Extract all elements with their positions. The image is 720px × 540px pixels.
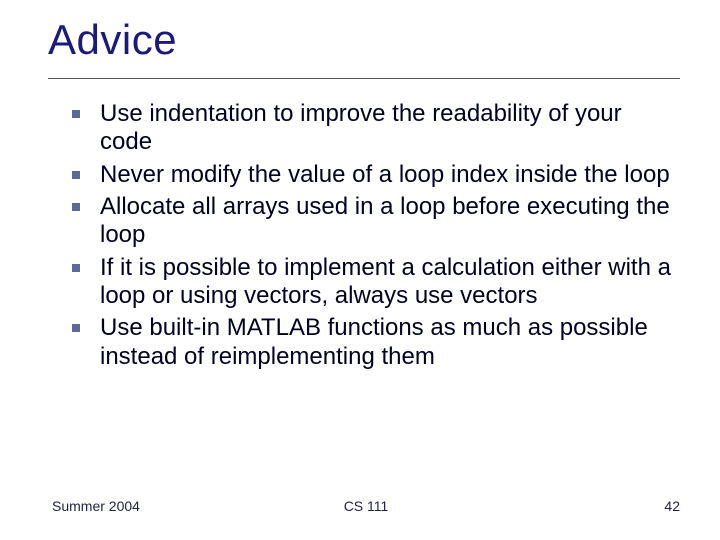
title-underline [48,78,680,79]
bullet-item: If it is possible to implement a calcula… [68,254,680,311]
slide: Advice Use indentation to improve the re… [0,0,720,540]
square-bullet-icon [72,324,80,332]
square-bullet-icon [72,110,80,118]
bullet-text: Use built-in MATLAB functions as much as… [100,314,648,369]
bullet-text: Use indentation to improve the readabili… [100,100,622,155]
bullet-item: Allocate all arrays used in a loop befor… [68,193,680,250]
footer-center: CS 111 [52,498,680,514]
bullet-text: Allocate all arrays used in a loop befor… [100,193,670,248]
bullet-text: Never modify the value of a loop index i… [100,161,670,188]
square-bullet-icon [72,203,80,211]
slide-title: Advice [48,16,177,64]
square-bullet-icon [72,264,80,272]
bullet-text: If it is possible to implement a calcula… [100,254,671,309]
square-bullet-icon [72,171,80,179]
footer-right: 42 [664,498,680,514]
bullet-item: Use built-in MATLAB functions as much as… [68,314,680,371]
slide-footer: Summer 2004 CS 111 42 [52,498,680,518]
slide-body: Use indentation to improve the readabili… [68,100,680,375]
bullet-list: Use indentation to improve the readabili… [68,100,680,371]
bullet-item: Never modify the value of a loop index i… [68,161,680,189]
bullet-item: Use indentation to improve the readabili… [68,100,680,157]
